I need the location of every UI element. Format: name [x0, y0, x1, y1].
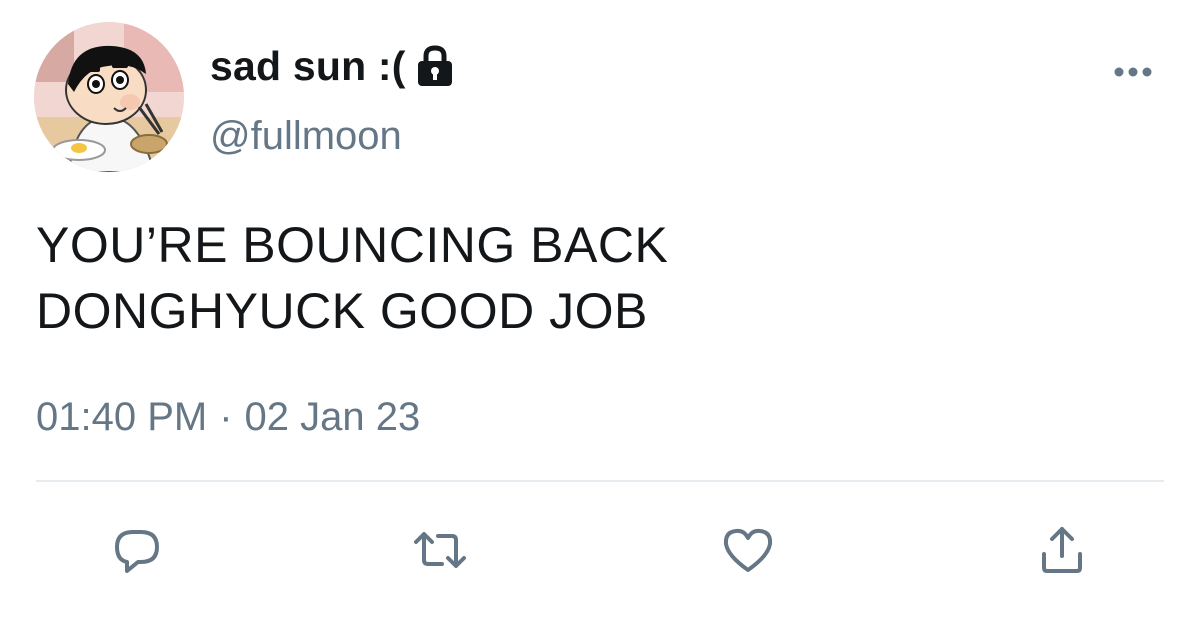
- reply-icon: [115, 530, 159, 573]
- like-button[interactable]: [718, 520, 778, 580]
- tweet-text-line: YOU’RE BOUNCING BACK: [36, 217, 669, 273]
- tweet-text-line: DONGHYUCK GOOD JOB: [36, 283, 648, 339]
- retweet-icon: [414, 532, 466, 568]
- action-bar: [0, 520, 1200, 580]
- reply-button[interactable]: [107, 520, 167, 580]
- more-icon[interactable]: [1111, 60, 1155, 84]
- share-button[interactable]: [1032, 520, 1092, 580]
- lock-icon: [414, 44, 456, 88]
- divider: [36, 480, 1164, 482]
- heart-icon: [723, 528, 773, 572]
- tweet-time[interactable]: 01:40 PM: [36, 395, 207, 440]
- tweet-date[interactable]: 02 Jan 23: [245, 395, 421, 440]
- avatar[interactable]: [34, 22, 184, 172]
- display-name-row: sad sun :(: [210, 40, 456, 92]
- user-handle[interactable]: @fullmoon: [210, 114, 402, 159]
- share-icon: [1042, 527, 1082, 573]
- retweet-button[interactable]: [410, 520, 470, 580]
- meta-separator: ·: [219, 395, 233, 439]
- tweet-card: sad sun :( @fullmoon YOU’RE BOUNCING BAC…: [0, 0, 1200, 638]
- cartoon-avatar-icon: [34, 22, 184, 172]
- tweet-text: YOU’RE BOUNCING BACK DONGHYUCK GOOD JOB: [36, 212, 1156, 344]
- display-name[interactable]: sad sun :(: [210, 43, 406, 90]
- tweet-meta: 01:40 PM · 02 Jan 23: [36, 395, 420, 440]
